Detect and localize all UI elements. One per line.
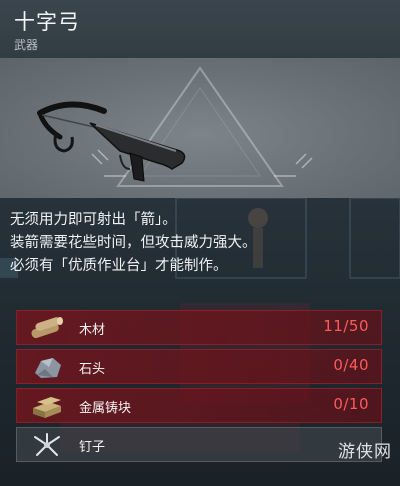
item-description: 无须用力即可射出「箭」。 装箭需要花些时间，但攻击威力强大。 必须有「优质作业台…: [10, 209, 390, 278]
material-row-nails: 钉子: [16, 427, 382, 462]
description-line: 无须用力即可射出「箭」。: [10, 212, 177, 228]
material-row-stone: 石头 0/40: [16, 349, 382, 384]
nails-icon: [34, 433, 60, 456]
material-count: 0/40: [333, 356, 369, 374]
description-line: 装箭需要花些时间，但攻击威力强大。: [10, 235, 257, 251]
metal-ingot-icon: [33, 397, 61, 418]
material-name: 金属铸块: [79, 401, 132, 416]
item-category: 武器: [14, 38, 39, 52]
wood-logs-icon: [31, 317, 63, 339]
material-name: 石头: [79, 362, 106, 377]
material-name: 木材: [79, 323, 106, 338]
material-list: 木材 11/50 石头 0/40 金属铸块 0/10 钉子: [16, 310, 382, 466]
material-row-wood: 木材 11/50: [16, 310, 382, 345]
material-name: 钉子: [79, 440, 106, 455]
stone-icon: [35, 358, 61, 378]
watermark: 游侠网: [338, 442, 392, 462]
item-title: 十字弓: [14, 10, 80, 34]
material-count: 11/50: [323, 317, 369, 335]
item-detail-panel: 十字弓 武器 无须用力即可射出「箭」。 装箭需要花些时间，但攻击威力强大。 必须…: [0, 0, 400, 486]
material-count: 0/10: [333, 395, 369, 413]
material-row-metal-ingot: 金属铸块 0/10: [16, 388, 382, 423]
item-preview: [0, 58, 400, 198]
description-line: 必须有「优质作业台」才能制作。: [10, 258, 228, 274]
crossbow-icon: [37, 101, 186, 182]
item-header: 十字弓 武器: [0, 0, 400, 59]
